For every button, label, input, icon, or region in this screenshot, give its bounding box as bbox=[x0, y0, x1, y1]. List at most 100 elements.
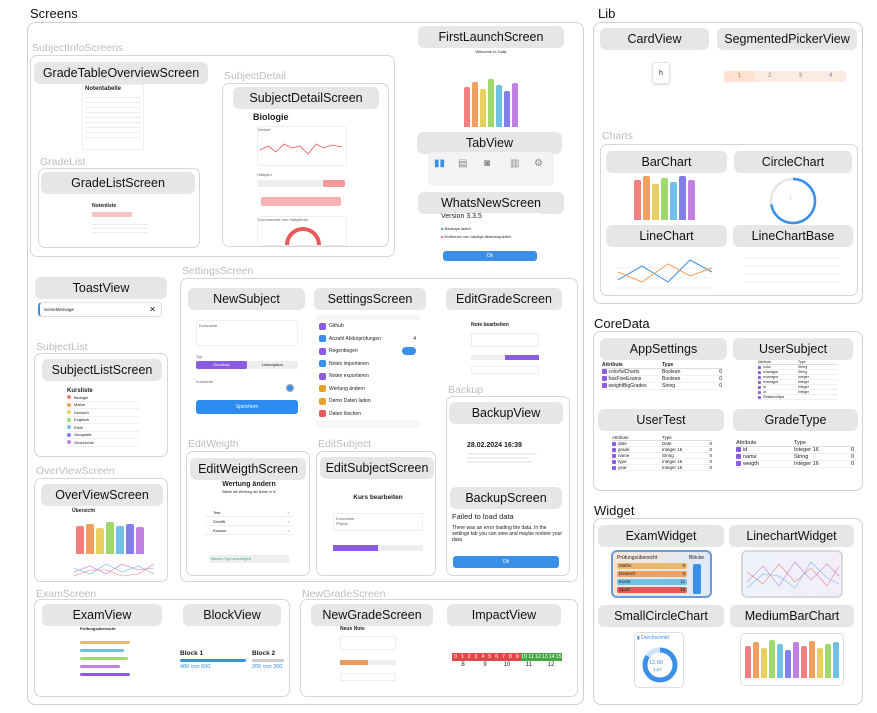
subject-list-item[interactable]: Deutsch bbox=[67, 409, 139, 417]
exam-title: Prüfungsübersicht bbox=[80, 626, 116, 631]
subject-list-rows: Biologie Mathe Deutsch Englisch Ethik Geograf… bbox=[67, 394, 139, 447]
subject-list-pill[interactable]: SubjectListScreen bbox=[42, 359, 162, 381]
segment[interactable]: 2 bbox=[755, 71, 786, 82]
overview-bars bbox=[74, 518, 152, 554]
tab-list-icon[interactable]: ▤ bbox=[458, 158, 467, 169]
add-type-button[interactable]: Neuen Typ hinzufügen bbox=[209, 555, 289, 563]
segment[interactable]: 3 bbox=[785, 71, 816, 82]
tab-home-icon[interactable]: ◙ bbox=[484, 158, 490, 169]
first-launch-pill[interactable]: FirstLaunchScreen bbox=[418, 26, 564, 48]
new-subject-preview: Kursname Typ Grundkurs Leistungskurs Kur… bbox=[196, 320, 298, 415]
grade-type-pill[interactable]: GradeType bbox=[733, 409, 858, 431]
block-view-pill[interactable]: BlockView bbox=[183, 604, 281, 626]
new-subject-pill[interactable]: NewSubject bbox=[188, 288, 305, 310]
edit-subject-pill[interactable]: EditSubjectScreen bbox=[320, 457, 434, 479]
subject-detail-pill[interactable]: SubjectDetailScreen bbox=[233, 87, 379, 109]
edit-weigth-pill[interactable]: EditWeigthScreen bbox=[190, 458, 306, 480]
subject-detail-title: Biologie bbox=[253, 112, 289, 122]
line-chart-pill[interactable]: LineChart bbox=[606, 225, 727, 247]
impact-cell: 1 bbox=[458, 653, 466, 661]
settings-item[interactable]: Daten löschen bbox=[316, 407, 420, 420]
card-view-pill[interactable]: CardView bbox=[600, 28, 709, 50]
segment[interactable]: 4 bbox=[816, 71, 847, 82]
section-title-widget: Widget bbox=[594, 503, 635, 518]
settings-item[interactable]: Wertung ändern bbox=[316, 382, 420, 395]
line-chart-base-pill[interactable]: LineChartBase bbox=[733, 225, 853, 247]
settings-item-icon bbox=[319, 322, 326, 330]
weigth-row: Test ▪ bbox=[205, 508, 293, 517]
trash-icon[interactable]: ▪ bbox=[288, 510, 289, 515]
new-grade-pill[interactable]: NewGradeScreen bbox=[311, 604, 433, 626]
segmented-picker-pill[interactable]: SegmentedPickerView bbox=[717, 28, 857, 50]
settings-item[interactable]: Demo Daten laden bbox=[316, 395, 420, 408]
subject-list-item[interactable]: Geografie bbox=[67, 432, 139, 439]
settings-item[interactable]: Anzahl Abiturprüfungen 4 bbox=[316, 332, 420, 345]
settings-screen-pill[interactable]: SettingsScreen bbox=[314, 288, 426, 310]
subject-list-item[interactable]: Mathe bbox=[67, 402, 139, 409]
segmented-picker-preview[interactable]: 1234 bbox=[724, 71, 846, 82]
tab-gear-icon[interactable]: ⚙ bbox=[534, 158, 543, 169]
trash-icon[interactable]: ▪ bbox=[288, 519, 289, 524]
grade-table-overview-pill[interactable]: GradeTableOverviewScreen bbox=[34, 62, 208, 84]
grade-list-label: GradeList bbox=[40, 156, 86, 168]
subject-color-icon bbox=[67, 425, 71, 430]
subject-list-item[interactable]: Biologie bbox=[67, 394, 139, 402]
trash-icon[interactable]: ▪ bbox=[288, 528, 289, 533]
whats-new-ok-button[interactable]: Ok bbox=[443, 251, 537, 261]
settings-item[interactable]: Noten exportieren bbox=[316, 370, 420, 383]
halbjahr-button[interactable] bbox=[261, 197, 341, 206]
backup-screen-pill[interactable]: BackupScreen bbox=[450, 487, 562, 509]
tab-chart-icon[interactable]: ▥ bbox=[510, 158, 519, 169]
settings-item-icon bbox=[319, 372, 326, 380]
settings-item[interactable]: Github bbox=[316, 320, 420, 333]
circle-chart-pill[interactable]: CircleChart bbox=[734, 151, 852, 173]
impact-cell: 11 bbox=[527, 653, 535, 661]
close-icon[interactable]: ✕ bbox=[149, 305, 156, 314]
medium-bar bbox=[753, 642, 759, 678]
exam-widget-pill[interactable]: ExamWidget bbox=[598, 525, 724, 547]
small-circle-chart-pill[interactable]: SmallCircleChart bbox=[598, 605, 724, 627]
overview-pill[interactable]: OverViewScreen bbox=[41, 484, 163, 506]
tab-grades-icon[interactable]: ▮▮ bbox=[434, 158, 445, 169]
linechart-widget-pill[interactable]: LinechartWidget bbox=[729, 525, 854, 547]
tab-view-pill[interactable]: TabView bbox=[417, 132, 562, 154]
subject-list-item[interactable]: Englisch bbox=[67, 417, 139, 424]
exam-view-pill[interactable]: ExamView bbox=[42, 604, 162, 626]
impact-cell: 13 bbox=[541, 653, 549, 661]
settings-item-label: Demo Daten laden bbox=[329, 398, 371, 405]
impact-view-pill[interactable]: ImpactView bbox=[447, 604, 561, 626]
schnitt-card: Durchschnitt des Halbjahres bbox=[257, 216, 347, 246]
edit-weigth-subtitle: Wähle die Wertung der Noten in % bbox=[222, 490, 276, 494]
new-subject-type-picker[interactable]: Grundkurs Leistungskurs bbox=[196, 361, 298, 369]
backup-ok-button[interactable]: Ok bbox=[453, 556, 559, 568]
edit-grade-pill[interactable]: EditGradeScreen bbox=[446, 288, 562, 310]
whats-new-pill[interactable]: WhatsNewScreen bbox=[418, 192, 564, 214]
color-picker[interactable] bbox=[286, 384, 294, 392]
subject-list-item[interactable]: Geschichte bbox=[67, 439, 139, 447]
new-subject-save-button[interactable]: Speichern bbox=[196, 400, 298, 414]
user-subject-pill[interactable]: UserSubject bbox=[733, 338, 853, 360]
overview-lines bbox=[74, 563, 154, 577]
app-settings-pill[interactable]: AppSettings bbox=[600, 338, 727, 360]
toast-view-pill[interactable]: ToastView bbox=[35, 277, 167, 299]
subject-color-icon bbox=[67, 402, 71, 407]
segment[interactable]: 1 bbox=[724, 71, 755, 82]
settings-item-icon bbox=[319, 410, 326, 418]
medium-bar bbox=[777, 644, 783, 678]
grade-list-pill[interactable]: GradeListScreen bbox=[41, 172, 195, 194]
subject-list-item[interactable]: Ethik bbox=[67, 424, 139, 432]
settings-item[interactable]: Noten importieren bbox=[316, 357, 420, 370]
rainbow-toggle[interactable] bbox=[402, 347, 416, 356]
bar-chart-pill[interactable]: BarChart bbox=[606, 151, 727, 173]
backup-view-pill[interactable]: BackupView bbox=[449, 402, 563, 424]
medium-bar-preview bbox=[740, 633, 844, 686]
exam-count-stepper[interactable]: 4 bbox=[413, 336, 416, 342]
user-test-pill[interactable]: UserTest bbox=[598, 409, 724, 431]
settings-item[interactable]: Regenbogen bbox=[316, 345, 420, 358]
impact-cell: 5 bbox=[486, 653, 494, 661]
attribute-icon bbox=[758, 375, 762, 379]
attribute-icon bbox=[602, 383, 607, 388]
halbjahr-picker[interactable] bbox=[257, 180, 345, 187]
medium-bar-chart-pill[interactable]: MediumBarChart bbox=[730, 605, 854, 627]
edit-subject-title: Kurs bearbeiten bbox=[353, 494, 403, 501]
